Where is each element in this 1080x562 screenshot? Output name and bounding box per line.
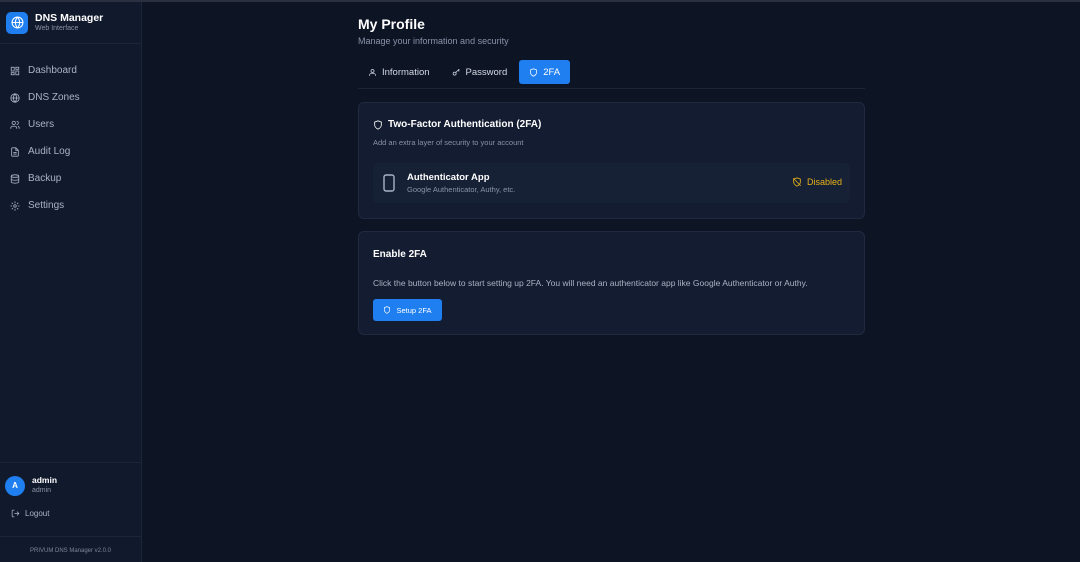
authenticator-method-row: Authenticator App Google Authenticator, … (373, 163, 850, 203)
enable-title: Enable 2FA (373, 249, 427, 260)
twofa-description: Add an extra layer of security to your a… (373, 138, 524, 147)
globe-icon (6, 11, 28, 34)
page-title: My Profile (358, 16, 425, 32)
method-name: Authenticator App (407, 172, 490, 183)
card-title: Two-Factor Authentication (2FA) (373, 119, 541, 130)
user-icon (369, 68, 376, 76)
tab-password[interactable]: Password (442, 60, 518, 84)
user-profile[interactable]: A admin admin (0, 463, 141, 496)
enable-description: Click the button below to start setting … (373, 278, 808, 288)
sidebar-item-label: Backup (28, 173, 62, 184)
users-icon (10, 120, 20, 130)
shield-icon (374, 119, 382, 130)
sidebar-item-dashboard[interactable]: Dashboard (0, 57, 141, 84)
enable-2fa-card: Enable 2FA Click the button below to sta… (358, 231, 865, 335)
sidebar-item-users[interactable]: Users (0, 111, 141, 138)
app-subtitle: Web Interface (35, 24, 79, 32)
app-title: DNS Manager (35, 11, 104, 24)
gear-icon (10, 200, 20, 211)
key-icon (452, 68, 460, 75)
tab-label: 2FA (543, 66, 561, 78)
file-icon (10, 146, 20, 157)
tab-label: Password (465, 66, 508, 78)
sidebar-item-label: Settings (28, 200, 65, 211)
sidebar-nav: Dashboard DNS Zones Users Audit Log Back… (0, 44, 141, 219)
sidebar-item-label: DNS Zones (28, 92, 80, 103)
twofa-title: Two-Factor Authentication (2FA) (388, 119, 542, 130)
user-role: admin (32, 487, 52, 494)
logout-label: Logout (25, 509, 50, 518)
twofa-status-card: Two-Factor Authentication (2FA) Add an e… (358, 102, 865, 219)
logout-button[interactable]: Logout (0, 496, 141, 518)
smartphone-icon (383, 174, 395, 192)
tab-2fa[interactable]: 2FA (519, 60, 571, 84)
brand: DNS Manager Web Interface (0, 2, 141, 44)
shield-icon (530, 67, 538, 77)
user-section: A admin admin Logout (0, 462, 141, 536)
shield-icon (384, 306, 391, 314)
profile-tabs: Information Password 2FA (358, 60, 865, 89)
user-name: admin (32, 475, 58, 485)
sidebar: DNS Manager Web Interface Dashboard DNS … (0, 2, 142, 562)
sidebar-item-label: Users (28, 119, 55, 130)
avatar: A (5, 475, 25, 496)
globe-icon (10, 92, 20, 103)
tab-label: Information (382, 66, 430, 78)
sidebar-item-dns-zones[interactable]: DNS Zones (0, 84, 141, 111)
sidebar-item-backup[interactable]: Backup (0, 165, 141, 192)
dashboard-icon (10, 66, 20, 76)
sidebar-item-label: Dashboard (28, 65, 77, 76)
status-badge: Disabled (792, 177, 842, 187)
setup-2fa-button[interactable]: Setup 2FA (373, 299, 442, 321)
method-subtitle: Google Authenticator, Authy, etc. (407, 185, 516, 194)
sidebar-item-audit-log[interactable]: Audit Log (0, 138, 141, 165)
page-subtitle: Manage your information and security (358, 36, 509, 46)
logout-icon (11, 509, 20, 518)
sidebar-item-label: Audit Log (28, 146, 71, 157)
status-label: Disabled (806, 177, 842, 187)
tab-information[interactable]: Information (358, 60, 440, 84)
version-footer: PRIVUM DNS Manager v2.0.0 (0, 536, 141, 562)
setup-button-label: Setup 2FA (396, 305, 432, 315)
database-icon (10, 173, 20, 184)
sidebar-item-settings[interactable]: Settings (0, 192, 141, 219)
shield-off-icon (792, 177, 802, 187)
